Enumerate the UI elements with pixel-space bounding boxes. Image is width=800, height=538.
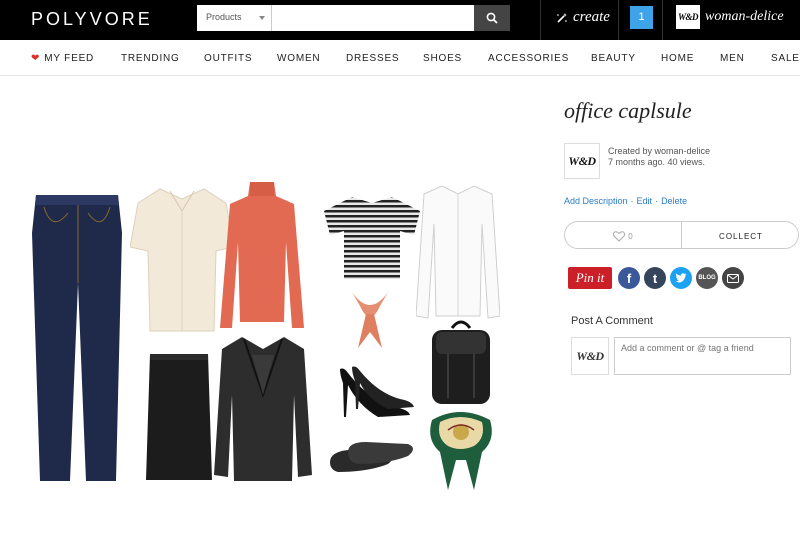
username: woman-delice xyxy=(705,9,784,24)
black-flats-image[interactable] xyxy=(328,438,418,476)
set-actions: Add Description · Edit · Delete xyxy=(564,196,687,206)
nav-label: MY FEED xyxy=(44,53,95,64)
blog-icon[interactable]: BLOG xyxy=(696,267,718,289)
search-bar: Products xyxy=(197,5,510,31)
search-category-label: Products xyxy=(206,12,242,22)
separator-dot: · xyxy=(655,196,659,206)
nav-item-sale[interactable]: SALE xyxy=(771,53,800,64)
nav-item-shoes[interactable]: SHOES xyxy=(423,53,462,64)
post-comment-heading: Post A Comment xyxy=(571,315,653,327)
share-bar: Pin it f t BLOG xyxy=(568,267,744,289)
delete-link[interactable]: Delete xyxy=(661,196,687,206)
email-icon[interactable] xyxy=(722,267,744,289)
black-heels-image[interactable] xyxy=(338,365,414,421)
nav-item-trending[interactable]: TRENDING xyxy=(121,53,180,64)
neck-scarf-image[interactable] xyxy=(348,288,392,352)
nav-item-my-feed[interactable]: ❤ MY FEED xyxy=(31,53,94,64)
like-button[interactable]: 0 xyxy=(565,222,681,248)
black-blazer-image[interactable] xyxy=(214,335,312,483)
create-button[interactable]: create xyxy=(556,9,610,26)
facebook-icon[interactable]: f xyxy=(618,267,640,289)
collect-button[interactable]: COLLECT xyxy=(681,222,798,248)
twitter-bird-glyph xyxy=(675,273,687,283)
avatar: W&D xyxy=(676,5,700,29)
silk-blouse-image[interactable] xyxy=(130,185,234,335)
creator-avatar[interactable]: W&D xyxy=(564,143,600,179)
search-input[interactable] xyxy=(272,5,474,31)
envelope-glyph xyxy=(727,273,739,283)
search-icon xyxy=(486,12,498,24)
set-title: office caplsule xyxy=(564,98,692,123)
like-collect-group: 0 COLLECT xyxy=(564,221,799,249)
divider xyxy=(662,0,663,40)
created-by-text[interactable]: Created by woman-delice xyxy=(608,145,710,157)
set-meta: 7 months ago. 40 views. xyxy=(608,157,706,167)
nav-item-beauty[interactable]: BEAUTY xyxy=(591,53,636,64)
chevron-down-icon xyxy=(259,16,265,20)
separator-dot: · xyxy=(630,196,634,206)
white-shirt-image[interactable] xyxy=(416,184,500,324)
twitter-icon[interactable] xyxy=(670,267,692,289)
edit-link[interactable]: Edit xyxy=(637,196,653,206)
wand-icon xyxy=(557,12,567,23)
divider xyxy=(618,0,619,40)
top-bar: POLYVORE Products create 1 W&D woman-del… xyxy=(0,0,800,40)
polyvore-logo[interactable]: POLYVORE xyxy=(31,9,153,30)
category-nav: ❤ MY FEED TRENDING OUTFITS WOMEN DRESSES … xyxy=(0,40,800,76)
nav-item-women[interactable]: WOMEN xyxy=(277,53,320,64)
pencil-skirt-image[interactable] xyxy=(146,352,212,482)
heart-outline-icon xyxy=(613,230,626,242)
jeans-image[interactable] xyxy=(30,193,124,483)
nav-item-accessories[interactable]: ACCESSORIES xyxy=(488,53,569,64)
divider xyxy=(540,0,541,40)
silk-scarf-image[interactable] xyxy=(426,410,496,492)
black-backpack-image[interactable] xyxy=(428,318,494,406)
add-description-link[interactable]: Add Description xyxy=(564,196,628,206)
set-collage[interactable] xyxy=(22,180,512,500)
coral-turtleneck-image[interactable] xyxy=(220,182,304,332)
search-category-select[interactable]: Products xyxy=(197,5,272,31)
comment-input[interactable] xyxy=(614,337,791,375)
like-count: 0 xyxy=(628,231,633,241)
nav-item-dresses[interactable]: DRESSES xyxy=(346,53,399,64)
striped-tee-image[interactable] xyxy=(324,195,420,281)
notification-badge[interactable]: 1 xyxy=(630,6,653,29)
user-menu[interactable]: W&D woman-delice xyxy=(676,5,784,29)
create-label: create xyxy=(573,9,610,25)
search-button[interactable] xyxy=(474,5,510,31)
nav-item-men[interactable]: MEN xyxy=(720,53,745,64)
heart-icon: ❤ xyxy=(31,53,41,64)
nav-item-outfits[interactable]: OUTFITS xyxy=(204,53,252,64)
pinterest-button[interactable]: Pin it xyxy=(568,267,612,289)
avatar: W&D xyxy=(571,337,609,375)
nav-item-home[interactable]: HOME xyxy=(661,53,694,64)
tumblr-icon[interactable]: t xyxy=(644,267,666,289)
